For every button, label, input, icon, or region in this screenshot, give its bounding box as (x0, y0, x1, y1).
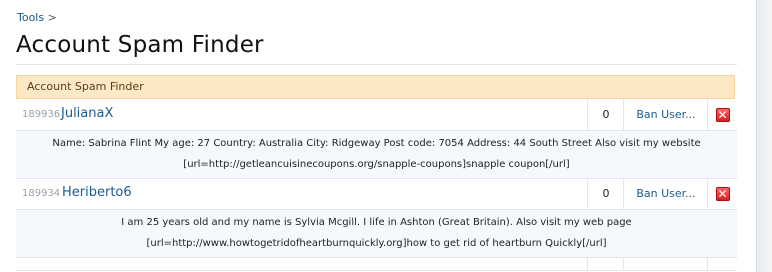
ban-user-button[interactable]: Ban User... (623, 179, 708, 209)
about-line: [url=http://www.howtogetridofheartburnqu… (146, 238, 607, 249)
about-line: I am 25 years old and my name is Sylvia … (121, 217, 632, 228)
section-header: Account Spam Finder (16, 75, 735, 99)
user-row (16, 258, 737, 271)
spam-user-list: 189936 JulianaX 0 Ban User... ✕ Name: Sa… (16, 100, 737, 271)
breadcrumb-link-tools[interactable]: Tools (17, 11, 44, 24)
user-name-link[interactable]: Heriberto6 (62, 185, 132, 200)
delete-cell[interactable]: ✕ (707, 100, 737, 130)
about-line: [url=http://getleancuisinecoupons.org/sn… (183, 159, 570, 170)
user-row: 189936 JulianaX 0 Ban User... ✕ (16, 100, 737, 131)
message-count: 0 (587, 100, 624, 130)
user-about-text: I am 25 years old and my name is Sylvia … (16, 210, 737, 258)
page-title: Account Spam Finder (16, 32, 264, 58)
message-count (587, 258, 624, 270)
ban-user-button[interactable]: Ban User... (623, 100, 708, 130)
content-panel: Tools > Account Spam Finder Account Spam… (0, 0, 757, 272)
window-gutter (757, 0, 772, 272)
delete-x-icon[interactable]: ✕ (715, 187, 730, 201)
user-id: 189936 (22, 109, 61, 120)
user-row: 189934 Heriberto6 0 Ban User... ✕ (16, 179, 737, 210)
user-name-link[interactable]: JulianaX (61, 106, 113, 121)
delete-cell[interactable]: ✕ (707, 179, 737, 209)
ban-user-button[interactable] (623, 258, 708, 270)
user-about-text: Name: Sabrina Flint My age: 27 Country: … (16, 131, 737, 179)
user-id: 189934 (22, 188, 61, 199)
about-line: Name: Sabrina Flint My age: 27 Country: … (52, 138, 701, 149)
breadcrumb-separator: > (47, 11, 57, 24)
delete-x-icon[interactable]: ✕ (715, 108, 730, 122)
breadcrumb: Tools > (17, 11, 57, 24)
delete-cell[interactable] (707, 258, 737, 270)
title-divider (16, 64, 737, 65)
message-count: 0 (587, 179, 624, 209)
